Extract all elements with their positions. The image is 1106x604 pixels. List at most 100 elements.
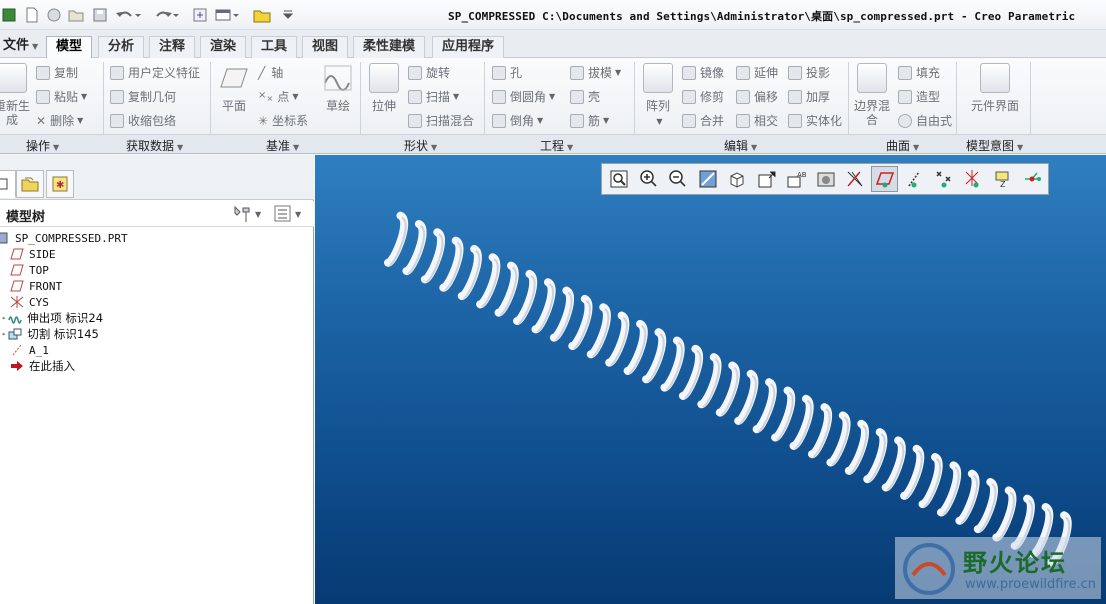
save-icon[interactable] [90,5,110,25]
expand-arrow-icon[interactable]: ▸ [2,314,6,322]
solidify-button[interactable]: 实体化 [788,112,842,129]
udf-button[interactable]: 用户定义特征 [110,64,200,81]
model-tree-tab[interactable] [0,170,16,198]
sweep-button[interactable]: 扫描 ▼ [408,88,459,105]
axis-button[interactable]: ╱ 轴 [258,64,283,81]
chamfer-button[interactable]: 倒角 ▼ [492,112,543,129]
perspective-icon[interactable] [812,166,839,192]
extend-button[interactable]: 延伸 [736,64,778,81]
group-shapes[interactable]: 形状 ▼ [404,137,437,154]
favorites-tab[interactable]: ✱ [46,170,74,198]
tree-item-cut[interactable]: ▸ 切割 标识145 [2,326,99,342]
style-button[interactable]: 造型 [898,88,940,105]
group-get-data[interactable]: 获取数据 ▼ [126,137,183,154]
trim-button[interactable]: 修剪 [682,88,724,105]
undo-icon[interactable] [114,5,142,25]
csys-button[interactable]: ✳ 坐标系 [258,112,308,129]
tree-item-side[interactable]: SIDE [10,246,56,262]
tab-tools[interactable]: 工具 [251,36,298,58]
point-display-icon[interactable] [930,166,957,192]
delete-button[interactable]: ✕ 删除 ▼ [36,112,83,129]
tree-item-axis[interactable]: A_1 [10,342,49,358]
tab-view[interactable]: 视图 [302,36,349,58]
copy-geometry-button[interactable]: 复制几何 [110,88,176,105]
tree-settings-button[interactable]: ▼ [232,205,261,223]
display-style-icon[interactable] [724,166,751,192]
sketch-icon [324,65,352,91]
open-icon[interactable] [44,5,64,25]
view-manager-icon[interactable]: AB [783,166,810,192]
copy-button[interactable]: 复制 [36,64,78,81]
zoom-in-icon[interactable] [635,166,662,192]
boundary-blend-button[interactable]: 边界混合 [852,63,892,127]
graphics-window[interactable]: AB Z 野火论坛 www.proewildfire.cn [315,155,1106,604]
group-editing[interactable]: 编辑 ▼ [724,137,757,154]
tree-item-top[interactable]: TOP [10,262,49,278]
paste-button[interactable]: 粘贴 ▼ [36,88,87,105]
thicken-button[interactable]: 加厚 [788,88,830,105]
tab-applications[interactable]: 应用程序 [432,36,505,58]
tree-item-label: SIDE [29,247,56,261]
tab-analysis[interactable]: 分析 [98,36,145,58]
tab-render[interactable]: 渲染 [200,36,247,58]
group-operations[interactable]: 操作 ▼ [26,137,59,154]
plane-display-icon[interactable] [871,166,899,192]
tree-item-cys[interactable]: CYS [10,294,49,310]
zoom-out-icon[interactable] [665,166,692,192]
tab-file[interactable]: 文件 ▼ [0,36,47,58]
mirror-button[interactable]: 镜像 [682,64,724,81]
component-interface-button[interactable]: 元件界面 [970,63,1020,113]
swept-blend-button[interactable]: 扫描混合 [408,112,474,129]
pattern-button[interactable]: 阵列 ▼ [638,63,678,129]
close-window-icon[interactable] [252,5,272,25]
tree-show-button[interactable]: ▼ [274,205,301,223]
app-icon[interactable] [0,5,18,25]
regenerate-button[interactable]: 重新生成 [0,63,32,127]
shrinkwrap-button[interactable]: 收缩包络 [110,112,176,129]
hole-button[interactable]: 孔 [492,64,522,81]
new-icon[interactable] [22,5,42,25]
shell-button[interactable]: 壳 [570,88,600,105]
tree-item-part[interactable]: SP_COMPRESSED.PRT [0,230,128,246]
redo-icon[interactable] [152,5,180,25]
fill-button[interactable]: 填充 [898,64,940,81]
tree-item-protrusion[interactable]: ▸ 伸出项 标识24 [2,310,103,326]
shrinkwrap-label: 收缩包络 [128,114,177,128]
tab-flexible-modeling[interactable]: 柔性建模 [353,36,426,58]
group-surfaces[interactable]: 曲面 ▼ [886,137,919,154]
folder-browser-tab[interactable] [16,170,44,198]
refit-icon[interactable] [606,166,633,192]
folder-icon[interactable] [66,5,86,25]
saved-orientations-icon[interactable] [753,166,780,192]
plane-button[interactable]: 平面 [214,63,254,113]
annotation-display-icon[interactable]: Z [989,166,1016,192]
revolve-button[interactable]: 旋转 [408,64,450,81]
freestyle-button[interactable]: 自由式 [898,112,952,129]
project-button[interactable]: 投影 [788,64,830,81]
draft-button[interactable]: 拔模 ▼ [570,64,621,81]
tree-item-insert-here[interactable]: 在此插入 [10,358,75,374]
spin-center-icon[interactable] [1019,166,1046,192]
axis-display-icon[interactable] [901,166,928,192]
csys-display-icon[interactable] [960,166,987,192]
sketch-button[interactable]: 草绘 [318,63,358,113]
customize-icon[interactable] [280,5,296,25]
intersect-button[interactable]: 相交 [736,112,778,129]
group-datum[interactable]: 基准 ▼ [266,137,299,154]
tree-item-front[interactable]: FRONT [10,278,62,294]
window-icon[interactable] [214,5,240,25]
rib-button[interactable]: 筋 ▼ [570,112,609,129]
offset-button[interactable]: 偏移 [736,88,778,105]
datum-display-filter-icon[interactable] [842,166,869,192]
tab-annotate[interactable]: 注释 [149,36,196,58]
group-model-intent[interactable]: 模型意图 ▼ [966,137,1023,154]
tab-model[interactable]: 模型 [46,36,93,59]
repaint-icon[interactable] [694,166,721,192]
round-button[interactable]: 倒圆角 ▼ [492,88,555,105]
merge-button[interactable]: 合并 [682,112,724,129]
regenerate-icon[interactable] [190,5,210,25]
point-button[interactable]: ×× 点 ▼ [258,88,299,105]
group-engineering[interactable]: 工程 ▼ [540,137,573,154]
extrude-button[interactable]: 拉伸 [364,63,404,113]
expand-arrow-icon[interactable]: ▸ [2,330,6,338]
